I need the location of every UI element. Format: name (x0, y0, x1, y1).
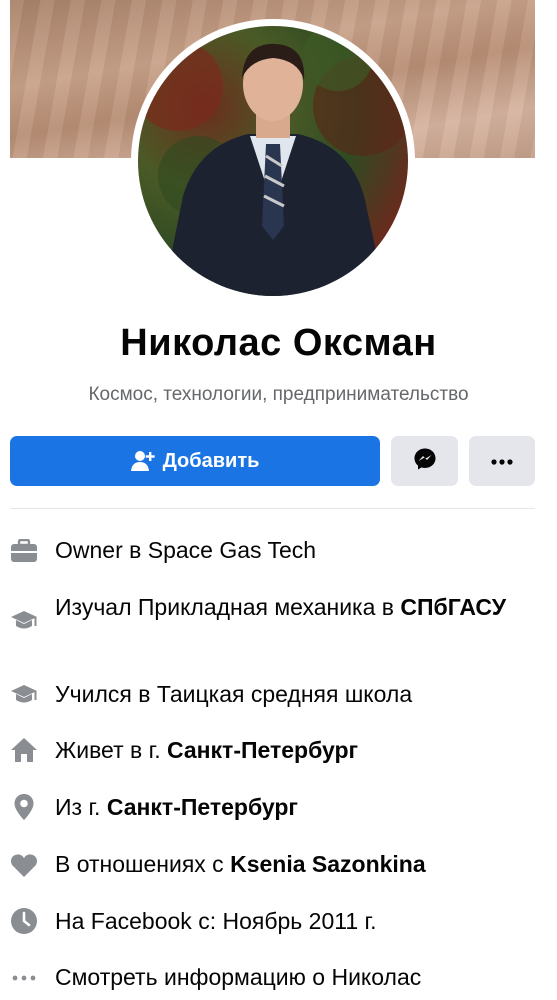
graduation-cap-icon (10, 681, 38, 709)
about-item-text: Из г. Санкт-Петербург (55, 794, 298, 820)
more-dots-icon (10, 964, 38, 992)
about-item-text: Owner в Space Gas Tech (55, 537, 317, 563)
about-item-joined[interactable]: На Facebook с: Ноябрь 2011 г. (0, 906, 557, 938)
messenger-icon (413, 447, 437, 476)
about-item-work[interactable]: Owner в Space Gas Tech (0, 535, 557, 567)
divider (10, 508, 535, 509)
add-friend-label: Добавить (162, 449, 260, 472)
about-item-studied[interactable]: Изучал Прикладная механика в СПбГАСУ (0, 592, 557, 654)
location-pin-icon (10, 793, 38, 821)
profile-name: Николас Оксман (120, 322, 437, 364)
about-item-relationship[interactable]: В отношениях с Ksenia Sazonkina (0, 849, 557, 881)
messenger-button[interactable] (391, 436, 458, 486)
about-item-text: Живет в г. Санкт-Петербург (55, 737, 359, 763)
about-item-from[interactable]: Из г. Санкт-Петербург (0, 792, 557, 824)
profile-avatar[interactable] (138, 26, 408, 296)
graduation-cap-icon (10, 607, 38, 635)
person-photo (138, 26, 408, 296)
about-item-text: Учился в Таицкая средняя школа (55, 681, 413, 707)
about-item-lives-in[interactable]: Живет в г. Санкт-Петербург (0, 735, 557, 767)
see-about-info[interactable]: Смотреть информацию о Николас (0, 962, 557, 994)
about-item-text: На Facebook с: Ноябрь 2011 г. (55, 908, 377, 934)
clock-icon (10, 907, 38, 935)
about-item-text: В отношениях с Ksenia Sazonkina (55, 851, 426, 877)
more-dots-icon (491, 452, 513, 470)
add-friend-icon (130, 450, 155, 472)
briefcase-icon (10, 537, 38, 565)
home-icon (10, 736, 38, 764)
profile-bio: Космос, технологии, предпринимательство (88, 384, 469, 405)
about-item-text: Смотреть информацию о Николас (55, 964, 422, 990)
more-options-button[interactable] (469, 436, 535, 486)
add-friend-button[interactable]: Добавить (10, 436, 380, 486)
about-item-school[interactable]: Учился в Таицкая средняя школа (0, 679, 557, 711)
heart-icon (10, 851, 38, 879)
about-item-text: Изучал Прикладная механика в СПбГАСУ (55, 594, 506, 620)
